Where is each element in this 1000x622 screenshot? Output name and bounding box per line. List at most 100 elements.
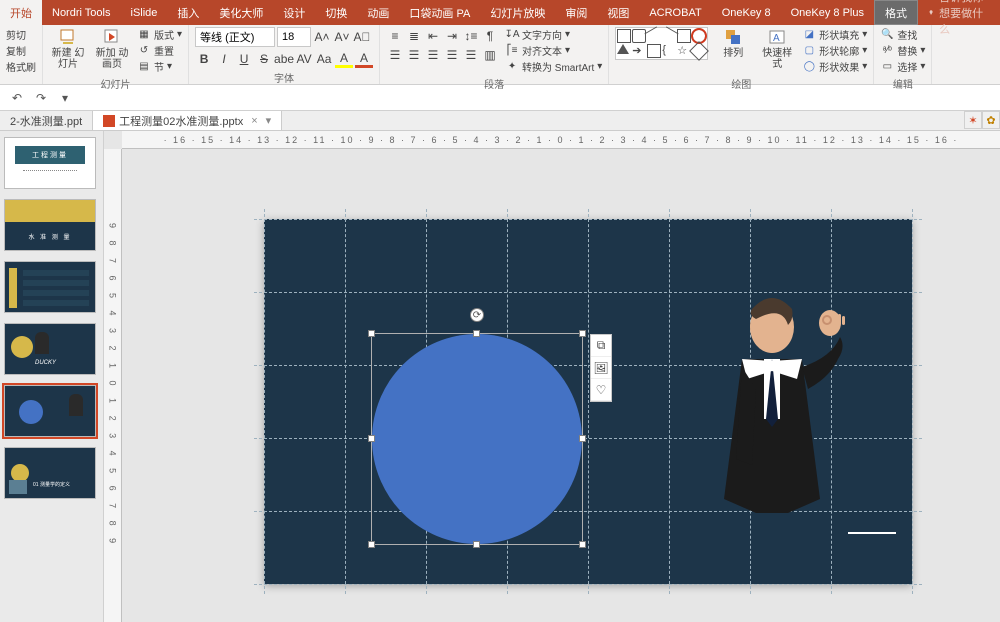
increase-font-icon[interactable]: A˄ bbox=[313, 28, 331, 46]
shape-effects-button[interactable]: ◯形状效果 ▾ bbox=[802, 59, 867, 74]
slide[interactable]: ⟳ ⧉ 🖼 ♡ bbox=[264, 219, 912, 584]
arrange-button[interactable]: 排列 bbox=[714, 27, 752, 60]
resize-handle-ne[interactable] bbox=[579, 330, 586, 337]
shape-gallery[interactable]: ➔ { ☆ bbox=[615, 27, 708, 60]
shape-outline-button[interactable]: ▢形状轮廓 ▾ bbox=[802, 43, 867, 58]
slide-canvas-area[interactable]: · 16 · 15 · 14 · 13 · 12 · 11 · 10 · 9 ·… bbox=[104, 131, 1000, 622]
dec-indent-button[interactable]: ⇤ bbox=[424, 27, 442, 45]
font-size-select[interactable] bbox=[277, 27, 311, 47]
doc-tab-close-button[interactable]: × bbox=[247, 115, 257, 127]
thumbnail-6[interactable]: 01 测量学的定义 bbox=[4, 447, 96, 499]
shape-fill-button[interactable]: ◪形状填充 ▾ bbox=[802, 27, 867, 42]
quick-styles-button[interactable]: A 快速样式 bbox=[758, 27, 796, 70]
underline-button[interactable]: U bbox=[235, 50, 253, 68]
font-highlight-button[interactable]: A bbox=[335, 50, 353, 68]
thumbnail-2[interactable]: 水 准 测 量 bbox=[4, 199, 96, 251]
justify-button[interactable]: ☰ bbox=[443, 46, 461, 64]
tell-me[interactable]: 告诉我你想要做什么 bbox=[918, 0, 1000, 25]
thumbnail-4[interactable]: DUCKY bbox=[4, 323, 96, 375]
tab-format[interactable]: 格式 bbox=[874, 0, 918, 25]
resize-handle-nw[interactable] bbox=[368, 330, 375, 337]
thumbnail-3[interactable] bbox=[4, 261, 96, 313]
tab-review[interactable]: 审阅 bbox=[555, 0, 597, 25]
layout-button[interactable]: ▦版式 ▾ bbox=[137, 27, 182, 42]
shape-rect-icon[interactable] bbox=[617, 29, 631, 43]
align-left-button[interactable]: ☰ bbox=[386, 46, 404, 64]
strike-button[interactable]: S bbox=[255, 50, 273, 68]
clear-format-icon[interactable]: A⃠ bbox=[353, 28, 371, 46]
shape-brace-icon[interactable]: { bbox=[662, 44, 676, 58]
resize-handle-se[interactable] bbox=[579, 541, 586, 548]
format-painter-button[interactable]: 格式刷 bbox=[6, 59, 36, 74]
cut-button[interactable]: 剪切 bbox=[6, 27, 36, 42]
redo-button[interactable]: ↷ bbox=[32, 89, 50, 107]
font-name-select[interactable] bbox=[195, 27, 275, 47]
tab-view[interactable]: 视图 bbox=[597, 0, 639, 25]
resize-handle-sw[interactable] bbox=[368, 541, 375, 548]
align-right-button[interactable]: ☰ bbox=[424, 46, 442, 64]
sort-button[interactable]: ¶ bbox=[481, 27, 499, 45]
shape-square-icon[interactable] bbox=[677, 29, 691, 43]
inc-indent-button[interactable]: ⇥ bbox=[443, 27, 461, 45]
section-button[interactable]: ▤节 ▾ bbox=[137, 59, 182, 74]
thumbnail-5[interactable] bbox=[4, 385, 96, 437]
mini-layout-button[interactable]: ⧉ bbox=[591, 335, 611, 357]
numbering-button[interactable]: ≣ bbox=[405, 27, 423, 45]
rightrail-btn-1[interactable]: ✶ bbox=[964, 111, 982, 129]
tab-nordri[interactable]: Nordri Tools bbox=[42, 0, 121, 25]
thumbnail-pane[interactable]: 工程测量 水 准 测 量 DUCKY 01 测量学的定义 bbox=[0, 131, 104, 622]
undo-button[interactable]: ↶ bbox=[8, 89, 26, 107]
bullets-button[interactable]: ≡ bbox=[386, 27, 404, 45]
tab-beautify[interactable]: 美化大师 bbox=[209, 0, 273, 25]
resize-handle-n[interactable] bbox=[473, 330, 480, 337]
selected-shape-oval[interactable]: ⟳ bbox=[372, 334, 582, 544]
resize-handle-s[interactable] bbox=[473, 541, 480, 548]
decrease-font-icon[interactable]: A˅ bbox=[333, 28, 351, 46]
new-anim-page-button[interactable]: 新加 动画页 bbox=[93, 27, 131, 70]
doc-tab-dropdown-button[interactable]: ▾ bbox=[262, 114, 272, 127]
reset-button[interactable]: ↺重置 bbox=[137, 43, 182, 58]
change-case-button[interactable]: Aa bbox=[315, 50, 333, 68]
doc-tab-inactive[interactable]: 2-水准测量.ppt bbox=[0, 111, 93, 130]
tab-animation[interactable]: 动画 bbox=[357, 0, 399, 25]
shape-rrect-icon[interactable] bbox=[632, 29, 646, 43]
line-spacing-button[interactable]: ↕≡ bbox=[462, 27, 480, 45]
tab-insert[interactable]: 插入 bbox=[167, 0, 209, 25]
vertical-ruler[interactable]: 9 8 7 6 5 4 3 2 1 0 1 2 3 4 5 6 7 8 9 bbox=[104, 149, 122, 622]
thumbnail-1[interactable]: 工程测量 bbox=[4, 137, 96, 189]
tab-onekey8plus[interactable]: OneKey 8 Plus bbox=[781, 0, 874, 25]
tab-acrobat[interactable]: ACROBAT bbox=[639, 0, 711, 25]
replace-button[interactable]: ᵃ⁄ᵇ替换 ▾ bbox=[880, 43, 925, 58]
rightrail-btn-2[interactable]: ✿ bbox=[982, 111, 1000, 129]
distributed-button[interactable]: ☰ bbox=[462, 46, 480, 64]
bold-button[interactable]: B bbox=[195, 50, 213, 68]
find-button[interactable]: 🔍查找 bbox=[880, 27, 925, 42]
align-center-button[interactable]: ☰ bbox=[405, 46, 423, 64]
new-slide-button[interactable]: 新建 幻灯片 bbox=[49, 27, 87, 70]
tab-onekey8[interactable]: OneKey 8 bbox=[712, 0, 781, 25]
columns-button[interactable]: ▥ bbox=[481, 46, 499, 64]
qat-more-button[interactable]: ▾ bbox=[56, 89, 74, 107]
tab-start[interactable]: 开始 bbox=[0, 0, 42, 25]
char-spacing-button[interactable]: AV bbox=[295, 50, 313, 68]
align-text-button[interactable]: ⎡≡对齐文本 ▾ bbox=[505, 43, 602, 58]
mini-picture-button[interactable]: 🖼 bbox=[591, 357, 611, 379]
copy-button[interactable]: 复制 bbox=[6, 43, 36, 58]
businessman-image[interactable] bbox=[702, 289, 852, 514]
font-color-button[interactable]: A bbox=[355, 50, 373, 68]
shape-arrow-icon[interactable]: ➔ bbox=[632, 44, 646, 58]
mini-heart-button[interactable]: ♡ bbox=[591, 379, 611, 401]
tab-pa[interactable]: 口袋动画 PA bbox=[399, 0, 480, 25]
tab-transition[interactable]: 切换 bbox=[315, 0, 357, 25]
select-button[interactable]: ▭选择 ▾ bbox=[880, 59, 925, 74]
horizontal-ruler[interactable]: · 16 · 15 · 14 · 13 · 12 · 11 · 10 · 9 ·… bbox=[122, 131, 1000, 149]
shape-line2-icon[interactable] bbox=[660, 26, 679, 45]
tab-slideshow[interactable]: 幻灯片放映 bbox=[480, 0, 555, 25]
resize-handle-e[interactable] bbox=[579, 435, 586, 442]
italic-button[interactable]: I bbox=[215, 50, 233, 68]
shape-tri-icon[interactable] bbox=[617, 44, 629, 54]
shape-hex-icon[interactable] bbox=[647, 44, 661, 58]
doc-tab-active[interactable]: 工程测量02水准测量.pptx × ▾ bbox=[93, 111, 282, 130]
resize-handle-w[interactable] bbox=[368, 435, 375, 442]
tab-design[interactable]: 设计 bbox=[273, 0, 315, 25]
